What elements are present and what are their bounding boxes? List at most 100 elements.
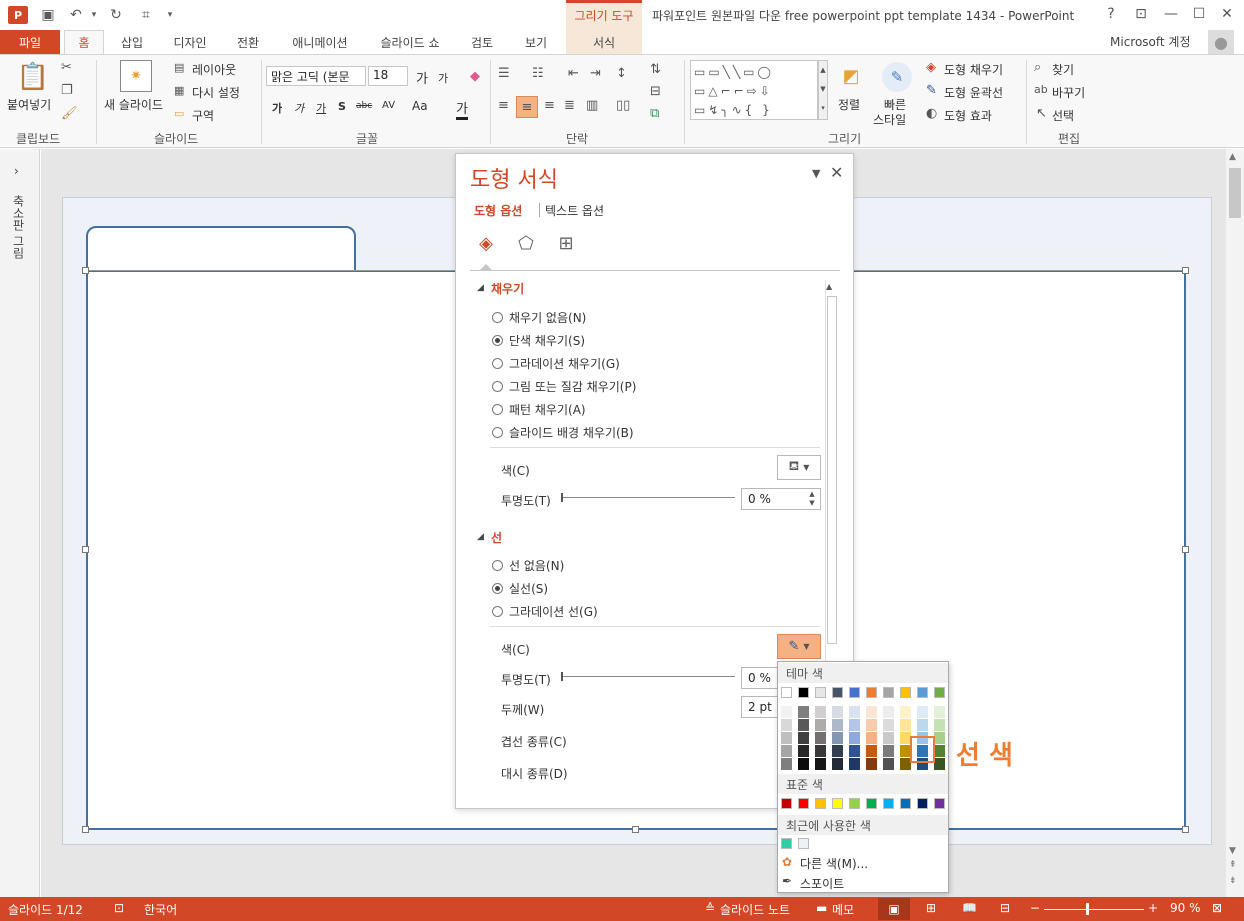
- clear-format-icon[interactable]: ◆: [466, 66, 484, 86]
- comments-button[interactable]: 메모: [832, 901, 854, 918]
- new-slide-icon[interactable]: ✷: [120, 60, 152, 92]
- font-name-select[interactable]: 맑은 고딕 (본문: [266, 66, 366, 86]
- fill-option[interactable]: 단색 채우기(S): [492, 332, 585, 349]
- fill-option[interactable]: 채우기 없음(N): [492, 309, 586, 326]
- radio-button[interactable]: [492, 583, 503, 594]
- theme-color-swatch[interactable]: [798, 687, 809, 698]
- theme-shade-swatch[interactable]: [900, 719, 911, 731]
- shape-fill-icon[interactable]: ◈: [926, 60, 936, 75]
- language-indicator[interactable]: 한국어: [144, 901, 177, 918]
- pane-close-icon[interactable]: ✕: [830, 163, 843, 182]
- select-icon[interactable]: ↖: [1036, 106, 1047, 121]
- scrollbar-thumb[interactable]: [1229, 168, 1241, 218]
- theme-shade-swatch[interactable]: [900, 706, 911, 718]
- theme-shade-swatch[interactable]: [866, 732, 877, 744]
- reset-button[interactable]: 다시 설정: [192, 84, 240, 101]
- tab-review[interactable]: 검토: [462, 30, 502, 54]
- zoom-slider-thumb[interactable]: [1086, 903, 1089, 915]
- shapes-gallery-icons[interactable]: ▭▭╲╲▭◯ ▭△⌐⌐⇨⇩ ▭↯╮∿{ }: [691, 61, 817, 122]
- theme-shade-swatch[interactable]: [917, 706, 928, 718]
- font-color-button[interactable]: 가: [456, 98, 468, 120]
- theme-shade-swatch[interactable]: [883, 758, 894, 770]
- pane-options-icon[interactable]: ▼: [812, 167, 820, 180]
- fill-option[interactable]: 그라데이션 채우기(G): [492, 355, 620, 372]
- theme-shade-swatch[interactable]: [781, 732, 792, 744]
- theme-shade-swatch[interactable]: [832, 758, 843, 770]
- ribbon-display-icon[interactable]: ⊡: [1130, 4, 1152, 24]
- theme-color-swatch[interactable]: [934, 687, 945, 698]
- transparency-slider[interactable]: [563, 497, 735, 498]
- align-text-icon[interactable]: ⊟: [650, 84, 661, 99]
- theme-shade-swatch[interactable]: [781, 706, 792, 718]
- theme-shade-swatch[interactable]: [934, 732, 945, 744]
- shrink-font-button[interactable]: 가: [438, 70, 448, 86]
- standard-color-swatch[interactable]: [917, 798, 928, 809]
- tab-animations[interactable]: 애니메이션: [282, 30, 358, 54]
- radio-button[interactable]: [492, 560, 503, 571]
- theme-color-swatch[interactable]: [815, 687, 826, 698]
- zoom-slider[interactable]: [1044, 909, 1144, 910]
- copy-icon[interactable]: ❐: [61, 83, 73, 98]
- arrange-icon[interactable]: ◩: [838, 62, 864, 90]
- tab-transitions[interactable]: 전환: [226, 30, 270, 54]
- tab-home[interactable]: 홈: [64, 30, 104, 54]
- collapse-line-icon[interactable]: ◢: [477, 532, 484, 542]
- line-transparency-input[interactable]: 0 %: [741, 667, 781, 689]
- theme-shade-swatch[interactable]: [815, 732, 826, 744]
- theme-color-swatch[interactable]: [917, 687, 928, 698]
- undo-icon[interactable]: ↶: [66, 6, 86, 24]
- slide-sorter-icon[interactable]: ⊞: [926, 901, 936, 915]
- theme-shade-swatch[interactable]: [832, 706, 843, 718]
- normal-view-icon[interactable]: ▣: [878, 898, 910, 920]
- theme-shade-swatch[interactable]: [934, 745, 945, 757]
- line-section-header[interactable]: 선: [491, 529, 502, 546]
- char-spacing-button[interactable]: AV: [382, 100, 395, 111]
- format-painter-icon[interactable]: 🖌: [61, 106, 78, 121]
- theme-shade-swatch[interactable]: [883, 732, 894, 744]
- avatar[interactable]: ●: [1208, 30, 1234, 54]
- line-spacing-icon[interactable]: ↕: [616, 66, 627, 81]
- vertical-scrollbar[interactable]: [1226, 149, 1244, 897]
- underline-button[interactable]: 가: [316, 100, 326, 116]
- line-option[interactable]: 선 없음(N): [492, 557, 564, 574]
- theme-color-swatch[interactable]: [832, 687, 843, 698]
- theme-color-swatch[interactable]: [866, 687, 877, 698]
- standard-color-swatch[interactable]: [900, 798, 911, 809]
- tab-shape-options[interactable]: 도형 옵션: [474, 202, 522, 219]
- shape-outline-icon[interactable]: ✎: [926, 83, 937, 98]
- tab-slideshow[interactable]: 슬라이드 쇼: [370, 30, 450, 54]
- theme-shade-swatch[interactable]: [883, 719, 894, 731]
- customize-qat-icon[interactable]: ▾: [160, 6, 180, 24]
- undo-dropdown-icon[interactable]: ▾: [84, 6, 104, 24]
- radio-button[interactable]: [492, 427, 503, 438]
- distribute-icon[interactable]: ▥: [586, 98, 598, 113]
- align-center-icon[interactable]: ≡: [516, 96, 538, 118]
- theme-shade-swatch[interactable]: [866, 758, 877, 770]
- decrease-indent-icon[interactable]: ⇤: [568, 66, 579, 81]
- reset-icon[interactable]: ▦: [174, 84, 184, 97]
- line-option[interactable]: 그라데이션 선(G): [492, 603, 598, 620]
- theme-shade-swatch[interactable]: [866, 706, 877, 718]
- theme-shade-swatch[interactable]: [934, 758, 945, 770]
- present-icon[interactable]: ⌗: [136, 6, 156, 24]
- comments-icon[interactable]: ▬: [816, 901, 827, 915]
- theme-shade-swatch[interactable]: [832, 719, 843, 731]
- size-properties-icon[interactable]: ⊞: [553, 230, 579, 256]
- previous-slide-icon[interactable]: ⇞: [1229, 860, 1237, 870]
- help-icon[interactable]: ?: [1100, 4, 1122, 24]
- shape-effects-icon[interactable]: ◐: [926, 106, 937, 121]
- eyedropper-item[interactable]: 스포이트: [800, 875, 844, 892]
- tab-view[interactable]: 보기: [516, 30, 556, 54]
- tab-file[interactable]: 파일: [0, 30, 60, 54]
- resize-handle[interactable]: [1182, 267, 1189, 274]
- shapes-gallery[interactable]: ▭▭╲╲▭◯ ▭△⌐⌐⇨⇩ ▭↯╮∿{ }: [690, 60, 818, 120]
- radio-button[interactable]: [492, 335, 503, 346]
- next-slide-icon[interactable]: ⇟: [1229, 876, 1237, 886]
- theme-shade-swatch[interactable]: [781, 758, 792, 770]
- theme-shade-swatch[interactable]: [849, 706, 860, 718]
- bullets-icon[interactable]: ☰: [498, 66, 510, 81]
- theme-shade-swatch[interactable]: [798, 706, 809, 718]
- fill-option[interactable]: 그림 또는 질감 채우기(P): [492, 378, 636, 395]
- fill-option[interactable]: 슬라이드 배경 채우기(B): [492, 424, 634, 441]
- theme-shade-swatch[interactable]: [832, 732, 843, 744]
